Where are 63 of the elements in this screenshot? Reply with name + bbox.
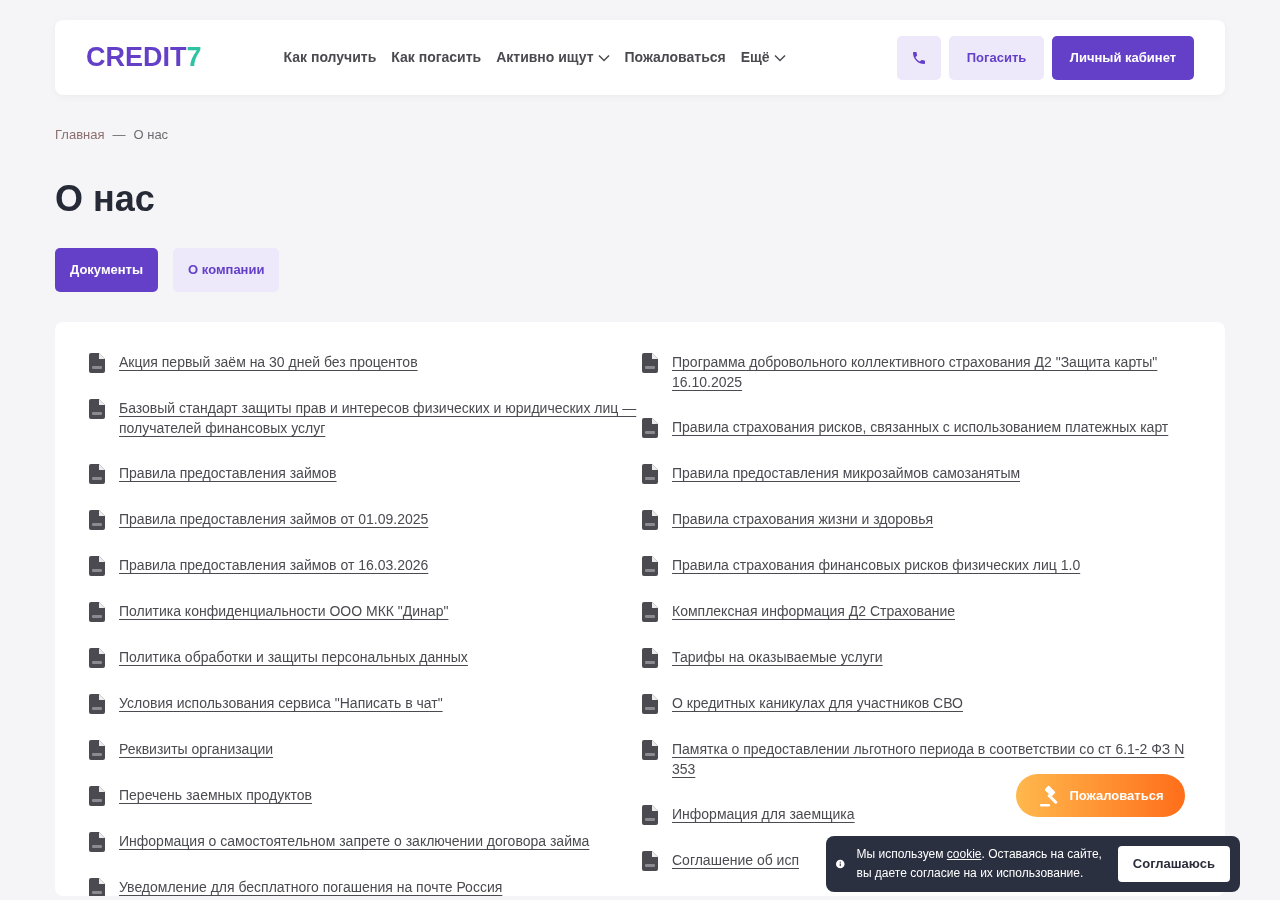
agree-button[interactable]: Соглашаюсь — [1117, 846, 1230, 882]
document-link[interactable]: Информация для заемщика — [672, 803, 855, 824]
document-link[interactable]: Реквизиты организации — [119, 738, 274, 759]
pdf-file-icon — [89, 352, 105, 373]
document-link[interactable]: Соглашение об исп — [672, 849, 799, 870]
cookie-notice: Мы используем cookie. Оставаясь на сайте, вы даете согласие на их использование. — [856, 846, 1103, 882]
nav-link[interactable]: Активно ищут — [496, 47, 610, 68]
document-link[interactable]: Тарифы на оказываемые услуги — [672, 646, 883, 667]
pdf-file-icon — [642, 509, 658, 530]
pdf-file-icon — [642, 417, 658, 438]
pdf-file-icon — [89, 601, 105, 622]
document-link[interactable]: О кредитных каникулах для участников СВО — [672, 692, 963, 713]
account-button[interactable]: Личный кабинет — [1052, 35, 1194, 80]
document-link[interactable]: Условия использования сервиса "Написать в чат" — [119, 692, 443, 713]
tab[interactable]: О компании — [173, 247, 280, 292]
document-link[interactable]: Политика обработки и защиты персональных данных — [119, 646, 468, 667]
pdf-file-icon — [89, 693, 105, 714]
document-link[interactable]: Информация о самостоятельном запрете о заключении договора займа — [119, 830, 590, 851]
document-link[interactable]: Правила страхования финансовых рисков физических лиц 1.0 — [672, 554, 1081, 575]
breadcrumb-current: О нас — [133, 126, 169, 144]
pdf-file-icon — [642, 804, 658, 825]
tab[interactable]: Документы — [55, 247, 159, 292]
document-link[interactable]: Программа добровольного коллективного страхования Д2 "Защита карты" 16.10.2025 — [672, 351, 1195, 392]
document-link[interactable]: Базовый стандарт защиты прав и интересов физических и юридических лиц — получателей финансовых услуг — [119, 397, 642, 438]
pdf-file-icon — [642, 463, 658, 484]
document-link[interactable]: Уведомление для бесплатного погашения на почте Россия — [119, 876, 503, 896]
document-link[interactable]: Правила предоставления займов от 16.03.2026 — [119, 554, 429, 575]
pdf-file-icon — [89, 555, 105, 576]
pdf-file-icon — [89, 739, 105, 760]
document-link[interactable]: Политика конфиденциальности ООО МКК "Динар" — [119, 600, 449, 621]
document-link[interactable]: Правила предоставления займов от 01.09.2025 — [119, 508, 429, 529]
pdf-file-icon — [642, 739, 658, 760]
pdf-file-icon — [642, 352, 658, 373]
nav-link[interactable]: Пожаловаться — [624, 47, 726, 68]
pdf-file-icon — [89, 647, 105, 668]
breadcrumb-link[interactable]: Главная — [55, 125, 105, 145]
nav-link[interactable]: Как погасить — [391, 47, 482, 68]
nav-link[interactable]: Ещё — [740, 47, 786, 68]
document-link[interactable]: Акция первый заём на 30 дней без процентов — [119, 351, 418, 372]
nav-link[interactable]: Как получить — [283, 47, 377, 68]
pdf-file-icon — [89, 785, 105, 806]
page-title: О нас — [55, 176, 156, 220]
document-link[interactable]: Правила предоставления займов — [119, 462, 337, 483]
pdf-file-icon — [642, 693, 658, 714]
cookie-link[interactable]: cookie — [946, 847, 982, 861]
logo[interactable]: CREDIT7 — [86, 37, 202, 78]
document-link[interactable]: Правила предоставления микрозаймов самозанятым — [672, 462, 1021, 483]
repay-button[interactable]: Погасить — [949, 35, 1044, 80]
document-link[interactable]: Правила страхования жизни и здоровья — [672, 508, 934, 529]
pdf-file-icon — [89, 831, 105, 852]
document-link[interactable]: Комплексная информация Д2 Страхование — [672, 600, 956, 621]
pdf-file-icon — [642, 647, 658, 668]
pdf-file-icon — [642, 601, 658, 622]
document-link[interactable]: Перечень заемных продуктов — [119, 784, 313, 805]
pdf-file-icon — [89, 509, 105, 530]
pdf-file-icon — [642, 555, 658, 576]
document-link[interactable]: Правила страхования рисков, связанных с использованием платежных карт — [672, 416, 1169, 437]
pdf-file-icon — [89, 463, 105, 484]
breadcrumb-separator: — — [112, 126, 126, 144]
pdf-file-icon — [642, 850, 658, 871]
phone-button[interactable] — [897, 35, 941, 80]
pdf-file-icon — [89, 398, 105, 419]
phone-icon — [911, 50, 927, 67]
